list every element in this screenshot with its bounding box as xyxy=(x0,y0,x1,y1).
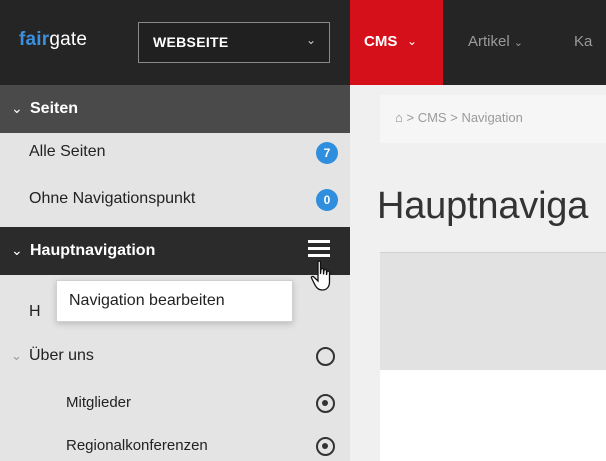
breadcrumb-item[interactable]: Navigation xyxy=(461,110,522,125)
main-content: ⌂ > CMS > Navigation Hauptnaviga xyxy=(350,85,606,461)
count-badge: 0 xyxy=(316,189,338,211)
circle-empty-icon[interactable] xyxy=(316,347,335,366)
chevron-down-icon[interactable]: ⌄ xyxy=(11,348,22,364)
breadcrumb-separator: > xyxy=(450,110,458,125)
chevron-down-icon: ⌄ xyxy=(513,37,523,49)
fairgate-logo[interactable]: fairgate xyxy=(19,29,87,51)
count-badge: 7 xyxy=(316,142,338,164)
hand-cursor-icon xyxy=(310,260,331,291)
circle-dot-icon[interactable] xyxy=(316,437,335,456)
panel-header xyxy=(380,252,606,370)
sidebar-item-label: Regionalkonferenzen xyxy=(66,437,208,454)
sidebar: ⌄ Seiten Alle Seiten 7 Ohne Navigationsp… xyxy=(0,85,350,461)
nav-cms[interactable]: CMS ⌄ xyxy=(350,0,443,85)
chevron-down-icon: ⌄ xyxy=(11,242,23,258)
circle-dot-icon[interactable] xyxy=(316,394,335,413)
nav-artikel-label: Artikel xyxy=(468,33,510,50)
home-icon[interactable]: ⌂ xyxy=(395,110,403,125)
sidebar-item-label: Alle Seiten xyxy=(29,143,106,160)
section-seiten-label: Seiten xyxy=(30,100,79,117)
nav-cms-label: CMS xyxy=(364,33,398,50)
nav-artikel[interactable]: Artikel ⌄ xyxy=(468,33,523,50)
tooltip-text: Navigation bearbeiten xyxy=(69,292,225,309)
breadcrumb-item[interactable]: CMS xyxy=(418,110,447,125)
sidebar-item-label: Mitglieder xyxy=(66,394,132,411)
chevron-down-icon: ⌄ xyxy=(407,34,418,48)
sidebar-item-label: Ohne Navigationspunkt xyxy=(29,190,196,207)
chevron-down-icon: ⌄ xyxy=(305,33,316,47)
top-bar: fairgate WEBSEITE ⌄ CMS ⌄ Artikel ⌄ Ka xyxy=(0,0,606,85)
breadcrumb-separator: > xyxy=(406,110,415,125)
nav-ka-label: Ka xyxy=(574,33,593,50)
site-select-value: WEBSEITE xyxy=(153,34,229,50)
site-select[interactable]: WEBSEITE ⌄ xyxy=(138,22,330,63)
page-title: Hauptnaviga xyxy=(377,185,589,227)
sidebar-item-label: Über uns xyxy=(29,347,94,364)
section-hauptnavigation-label: Hauptnavigation xyxy=(30,242,156,259)
panel-body xyxy=(380,370,606,461)
hamburger-menu-icon[interactable] xyxy=(308,240,330,260)
section-hauptnavigation[interactable]: ⌄ Hauptnavigation xyxy=(0,227,350,275)
section-seiten[interactable]: ⌄ Seiten xyxy=(0,85,350,133)
breadcrumb: ⌂ > CMS > Navigation xyxy=(380,95,606,143)
tooltip: Navigation bearbeiten xyxy=(56,280,293,322)
chevron-down-icon: ⌄ xyxy=(11,100,23,116)
nav-ka[interactable]: Ka xyxy=(574,33,592,50)
sidebar-item-label: H xyxy=(29,303,41,320)
